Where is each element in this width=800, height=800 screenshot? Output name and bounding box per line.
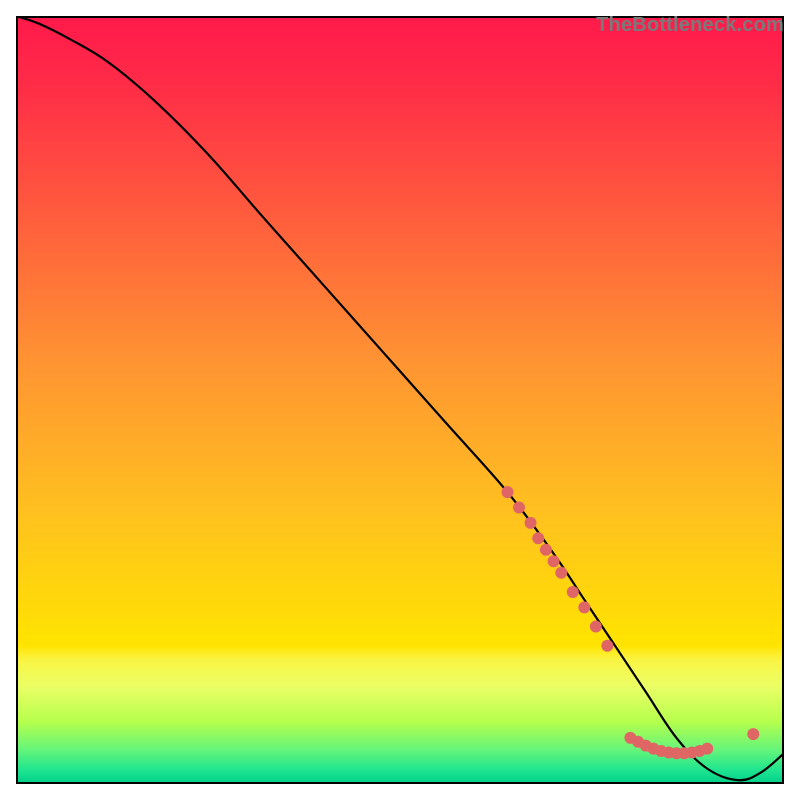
chart-stage: TheBottleneck.com (0, 0, 800, 800)
watermark-text: TheBottleneck.com (596, 14, 784, 37)
gradient-background (16, 16, 784, 784)
plot-area: TheBottleneck.com (16, 16, 784, 784)
